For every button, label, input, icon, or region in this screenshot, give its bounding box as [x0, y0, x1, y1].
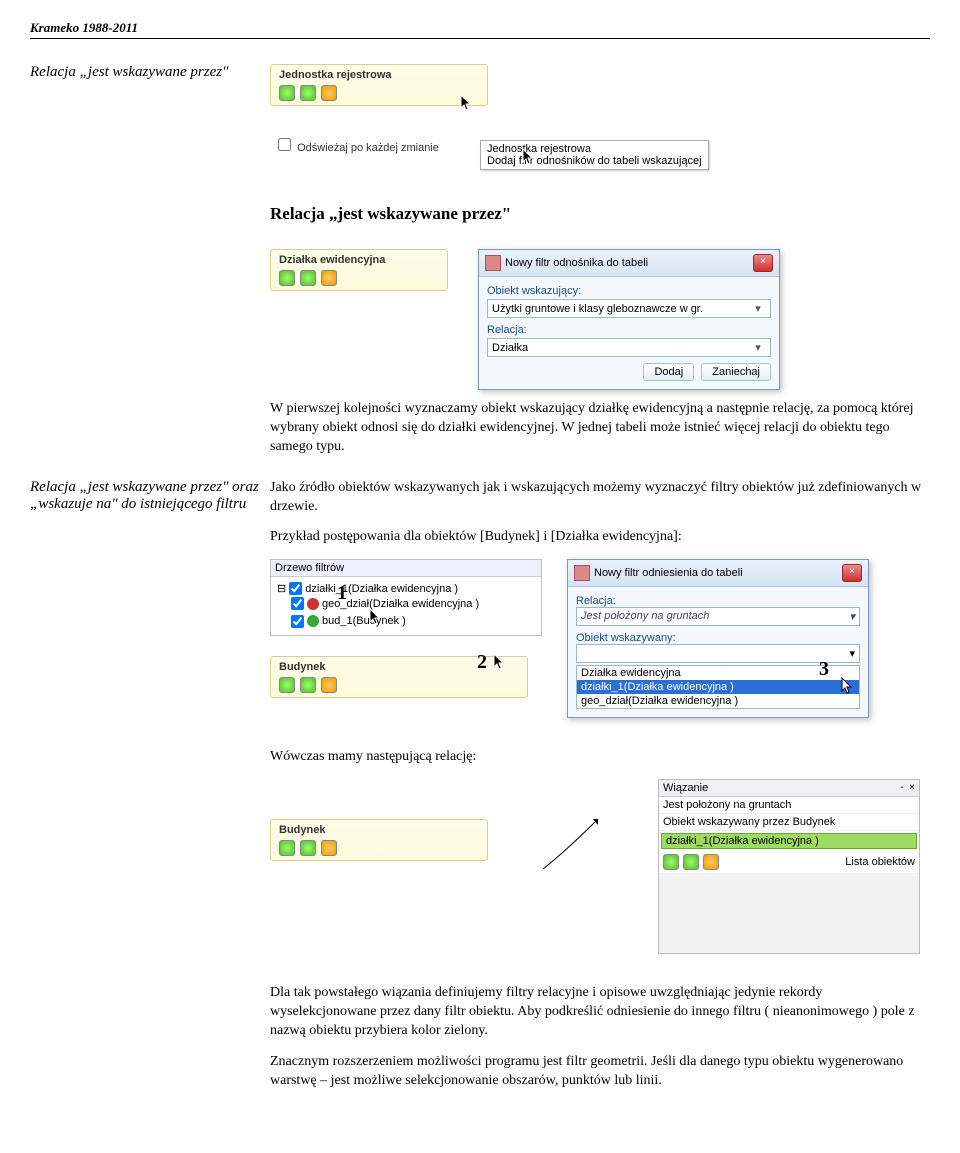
combo-relacja[interactable]: Jest położony na gruntach ▾ [576, 607, 860, 626]
toolbar-icon [300, 270, 316, 286]
cursor-icon [460, 94, 474, 112]
tree-panel: Drzewo filtrów ⊟ działki_1(Działka ewide… [270, 559, 542, 636]
toolbar-icon [663, 854, 679, 870]
toolbar-icon [300, 840, 316, 856]
section1-label: Relacja „jest wskazywane przez" [30, 64, 270, 81]
toolbar-icon [321, 677, 337, 693]
tooltip-line: Jednostka rejestrowa [487, 143, 702, 155]
panel-controls[interactable]: - × [900, 782, 915, 794]
lista-label: Lista obiektów [845, 856, 915, 868]
section3-label: Relacja „jest wskazywane przez" oraz „ws… [30, 479, 270, 513]
close-icon[interactable]: × [753, 254, 773, 272]
annotation-1: 1 [337, 582, 347, 605]
combo-value: Jest położony na gruntach [581, 610, 709, 623]
panel-title: Jednostka rejestrowa [279, 69, 479, 81]
tree-title: Drzewo filtrów [271, 560, 541, 577]
option-label: Działka ewidencyjna [581, 667, 681, 679]
screenshot-dzialka: Działka ewidencyjna [270, 249, 448, 291]
annotation-3: 3 [819, 658, 829, 681]
toolbar-icon [321, 270, 337, 286]
tree-item[interactable]: geo_dział(Działka ewidencyjna ) 1 [277, 596, 535, 611]
toolbar-icon [279, 270, 295, 286]
combo-relacja[interactable]: Działka ▾ [487, 338, 771, 357]
toolbar-icon [703, 854, 719, 870]
annotation-2: 2 [477, 651, 487, 674]
section2-heading: Relacja „jest wskazywane przez" [270, 204, 930, 224]
list-option[interactable]: Działka ewidencyjna 3 [577, 666, 859, 680]
cancel-button[interactable]: Zaniechaj [701, 363, 771, 381]
tree-checkbox[interactable] [289, 582, 302, 595]
toolbar-icon [300, 85, 316, 101]
toolbar-icon [279, 677, 295, 693]
toolbar-icon [321, 840, 337, 856]
wiazanie-row: Jest położony na gruntach [659, 797, 919, 814]
cursor-icon [369, 608, 383, 626]
cursor-icon [522, 148, 536, 166]
tree-item[interactable]: bud_1(Budynek ) [277, 611, 535, 631]
dot-icon [307, 615, 319, 627]
dialog-nowy-filtr-odniesienia: Nowy filtr odniesienia do tabeli × Relac… [567, 559, 869, 718]
chevron-down-icon: ▾ [849, 610, 855, 623]
add-button[interactable]: Dodaj [643, 363, 694, 381]
tooltip: Jednostka rejestrowa Dodaj filtr odnośni… [480, 140, 709, 170]
label-obiekt: Obiekt wskazujący: [487, 285, 771, 297]
window-icon [485, 255, 501, 271]
paragraph: Znacznym rozszerzeniem możliwości progra… [270, 1053, 930, 1091]
list-option-selected[interactable]: działki_1(Działka ewidencyjna ) [577, 680, 859, 694]
page-header: Krameko 1988-2011 [30, 20, 930, 39]
dialog-nowy-filtr: Nowy filtr odnośnika do tabeli × Obiekt … [478, 249, 780, 390]
combo-value: Użytki gruntowe i klasy gleboznawcze w g… [492, 303, 703, 315]
label-relacja: Relacja: [576, 595, 860, 607]
tree-item-label: bud_1(Budynek ) [322, 615, 406, 627]
panel-budynek: Budynek 2 [270, 656, 528, 698]
panel-budynek-2: Budynek [270, 819, 488, 861]
dialog-title: Nowy filtr odniesienia do tabeli [594, 567, 743, 579]
option-label: działki_1(Działka ewidencyjna ) [581, 681, 734, 693]
window-icon [574, 565, 590, 581]
tree-item[interactable]: ⊟ działki_1(Działka ewidencyjna ) [277, 581, 535, 596]
cursor-icon [493, 653, 507, 671]
tooltip-line: Dodaj filtr odnośników do tabeli wskazuj… [487, 155, 702, 167]
combo-value: Działka [492, 342, 528, 354]
refresh-checkbox[interactable] [278, 138, 291, 151]
toolbar-icon [300, 677, 316, 693]
dropdown-list[interactable]: Działka ewidencyjna 3 działki_1(Działka … [576, 665, 860, 709]
chevron-down-icon: ▾ [750, 341, 766, 354]
tree-item-label: działki_1(Działka ewidencyjna ) [305, 583, 458, 595]
toolbar-icon [683, 854, 699, 870]
tree-checkbox[interactable] [291, 597, 304, 610]
paragraph: Dla tak powstałego wiązania definiujemy … [270, 984, 930, 1041]
toolbar-icon [279, 85, 295, 101]
combo-obiekt[interactable]: Użytki gruntowe i klasy gleboznawcze w g… [487, 299, 771, 318]
arrow-connector [538, 809, 608, 909]
tree-checkbox[interactable] [291, 615, 304, 628]
combo-obiekt-wsk[interactable]: ▾ [576, 644, 860, 663]
refresh-checkbox-label: Odświeżaj po każdej zmianie [297, 142, 439, 154]
wiazanie-row: Obiekt wskazywany przez Budynek [659, 814, 919, 831]
wiazanie-panel: Wiązanie - × Jest położony na gruntach O… [658, 779, 920, 954]
chevron-down-icon: ▾ [750, 302, 766, 315]
label-obiekt-wskazywany: Obiekt wskazywany: [576, 632, 860, 644]
toolbar-icon [279, 840, 295, 856]
dialog-title: Nowy filtr odnośnika do tabeli [505, 257, 648, 269]
screenshot-jednostka: Jednostka rejestrowa Odświeżaj po każdej… [270, 64, 516, 184]
wiazanie-title: Wiązanie [663, 782, 708, 794]
list-option[interactable]: geo_dział(Działka ewidencyjna ) [577, 694, 859, 708]
dot-icon [307, 598, 319, 610]
empty-list-area [659, 873, 919, 953]
chevron-down-icon: ▾ [849, 647, 855, 660]
label-relacja: Relacja: [487, 324, 771, 336]
paragraph: W pierwszej kolejności wyznaczamy obiekt… [270, 400, 930, 457]
wiazanie-green-field: działki_1(Działka ewidencyjna ) [661, 833, 917, 849]
paragraph: Wówczas mamy następującą relację: [270, 748, 930, 767]
panel-title: Działka ewidencyjna [279, 254, 439, 266]
toolbar-icon [321, 85, 337, 101]
cursor-icon [841, 677, 855, 695]
paragraph: Przykład postępowania dla obiektów [Budy… [270, 528, 930, 547]
paragraph: Jako źródło obiektów wskazywanych jak i … [270, 479, 930, 517]
panel-title: Budynek [279, 824, 479, 836]
close-icon[interactable]: × [842, 564, 862, 582]
